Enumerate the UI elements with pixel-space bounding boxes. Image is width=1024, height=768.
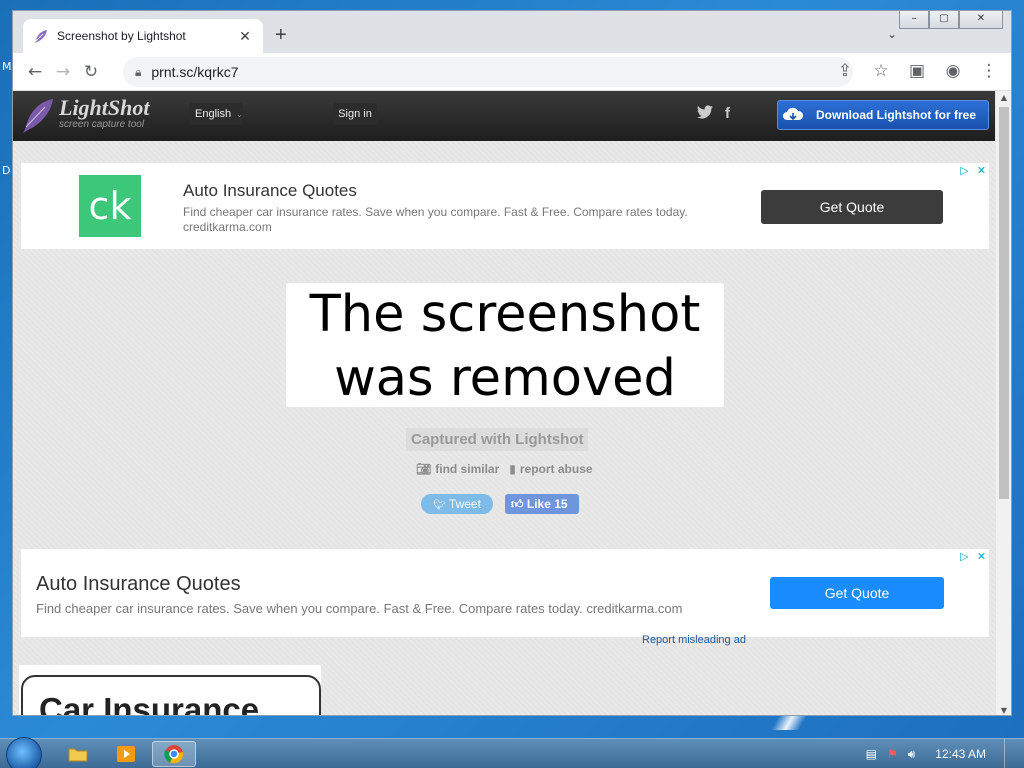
toolbar-actions: ⇪ ☆ ▣ ◉ ⋮ [831, 61, 1003, 81]
desktop-icon-label[interactable]: D [2, 164, 10, 177]
tweet-button[interactable]: 🐦︎ Tweet [421, 494, 493, 514]
removed-notice: The screenshot was removed [286, 283, 724, 408]
tab-close-icon[interactable]: ✕ [237, 28, 253, 45]
reload-icon[interactable]: ↻ [77, 62, 105, 82]
bookmark-star-icon[interactable]: ☆ [867, 61, 895, 81]
close-ad-icon[interactable]: ✕ [974, 549, 989, 564]
camera-icon: 📷︎ [416, 462, 432, 476]
close-window-button[interactable]: ✕ [959, 11, 1003, 29]
sign-in-button[interactable]: Sign in [333, 103, 377, 125]
network-icon[interactable]: ▤ [866, 747, 877, 761]
maximize-button[interactable]: ▢ [929, 11, 959, 29]
ad-description: Find cheaper car insurance rates. Save w… [183, 205, 688, 234]
folder-icon [68, 748, 88, 762]
forward-arrow-icon[interactable]: → [49, 62, 77, 82]
side-panel-icon[interactable]: ▣ [903, 61, 931, 81]
removed-line-1: The screenshot [309, 285, 701, 344]
language-label: English [195, 108, 232, 120]
address-bar[interactable]: 🔒︎ prnt.sc/kqrkc7 [123, 57, 853, 87]
clock[interactable]: 12:43 AM [935, 747, 986, 761]
download-lightshot-button[interactable]: Download Lightshot for free [777, 100, 989, 130]
site-header: LightShot screen capture tool English ⌄ … [13, 91, 997, 141]
page-scrollbar[interactable]: ▲ ▼ [995, 91, 1011, 715]
download-label: Download Lightshot for free [816, 108, 976, 122]
action-center-icon[interactable]: ⚑ [887, 747, 898, 761]
download-cloud-icon [778, 101, 808, 129]
removed-line-2: was removed [334, 349, 676, 408]
share-icon[interactable]: ⇪ [831, 61, 859, 81]
window-controls: – ▢ ✕ [899, 11, 1003, 29]
volume-icon[interactable]: 🔊︎ [908, 747, 916, 762]
explorer-taskbar-button[interactable] [56, 741, 100, 767]
profile-avatar-icon[interactable]: ◉ [939, 61, 967, 81]
adchoices-icon[interactable]: ▷ [957, 163, 972, 178]
language-dropdown[interactable]: English ⌄ [189, 103, 243, 125]
ad-badges: ▷ ✕ [957, 549, 989, 564]
browser-toolbar: ← → ↻ 🔒︎ prnt.sc/kqrkc7 ⇪ ☆ ▣ ◉ ⋮ [13, 53, 1011, 91]
close-ad-icon[interactable]: ✕ [974, 163, 989, 178]
creditkarma-logo[interactable]: ck [79, 175, 141, 237]
tab-lightshot[interactable]: Screenshot by Lightshot ✕ [23, 19, 263, 53]
scroll-down-icon[interactable]: ▼ [996, 706, 1011, 715]
social-links: f [697, 105, 730, 123]
media-player-taskbar-button[interactable] [104, 741, 148, 767]
lightshot-logo[interactable]: LightShot screen capture tool [21, 97, 149, 135]
tab-search-chevron-icon[interactable]: ⌄ [887, 27, 897, 41]
ad-banner-middle[interactable]: Auto Insurance Quotes Find cheaper car i… [21, 549, 989, 637]
logo-name: LightShot [59, 95, 150, 120]
find-similar-link[interactable]: 📷︎ find similar [416, 462, 499, 476]
feather-logo-icon [23, 99, 53, 133]
ad-title[interactable]: Car Insurance [39, 691, 259, 715]
facebook-icon[interactable]: f [725, 105, 730, 123]
webpage-content: LightShot screen capture tool English ⌄ … [13, 91, 997, 715]
twitter-bird-icon: 🐦︎ [433, 500, 446, 511]
ad-title[interactable]: Auto Insurance Quotes [183, 181, 357, 201]
url-text[interactable]: prnt.sc/kqrkc7 [151, 64, 238, 80]
twitter-icon[interactable] [697, 105, 713, 123]
thumbs-up-icon: 👍︎ [511, 497, 524, 511]
trash-icon: ▮ [509, 462, 516, 476]
tab-strip: Screenshot by Lightshot ✕ + ⌄ – ▢ ✕ [13, 11, 1011, 53]
ad-description: Find cheaper car insurance rates. Save w… [36, 601, 683, 616]
lock-icon[interactable]: 🔒︎ [135, 65, 141, 80]
desktop-icon-label[interactable]: M [2, 60, 12, 73]
chevron-down-icon: ⌄ [236, 110, 243, 119]
new-tab-button[interactable]: + [275, 25, 287, 45]
menu-kebab-icon[interactable]: ⋮ [975, 61, 1003, 81]
taskbar: ▤ ⚑ 🔊︎ 12:43 AM [0, 737, 1024, 768]
captured-with-lightshot: Captured with Lightshot [406, 428, 589, 451]
chrome-taskbar-button[interactable] [152, 741, 196, 767]
system-tray: ▤ ⚑ 🔊︎ 12:43 AM [866, 739, 1016, 768]
ad-badges: ▷ ✕ [957, 163, 989, 178]
get-quote-button[interactable]: Get Quote [761, 190, 943, 224]
facebook-like-button[interactable]: 👍︎ Like 15 [505, 494, 579, 514]
tab-title: Screenshot by Lightshot [57, 29, 186, 43]
show-desktop-button[interactable] [1004, 739, 1016, 768]
back-arrow-icon[interactable]: ← [21, 62, 49, 82]
get-quote-button[interactable]: Get Quote [770, 577, 944, 609]
ad-banner-bottom[interactable]: Car Insurance [19, 665, 321, 715]
start-button[interactable] [6, 737, 42, 768]
report-misleading-ad-link[interactable]: Report misleading ad [642, 634, 746, 646]
ad-title[interactable]: Auto Insurance Quotes [36, 573, 241, 596]
feather-favicon-icon [35, 30, 47, 43]
chrome-icon [164, 745, 184, 764]
logo-tagline: screen capture tool [59, 119, 145, 130]
media-player-icon [117, 746, 135, 762]
image-actions: 📷︎ find similar ▮ report abuse [416, 462, 593, 476]
scrollbar-thumb[interactable] [999, 107, 1009, 499]
report-abuse-link[interactable]: ▮ report abuse [509, 462, 592, 476]
scroll-up-icon[interactable]: ▲ [996, 93, 1011, 102]
browser-window: Screenshot by Lightshot ✕ + ⌄ – ▢ ✕ ← → … [12, 10, 1012, 716]
adchoices-icon[interactable]: ▷ [957, 549, 972, 564]
ad-banner-top[interactable]: ck Auto Insurance Quotes Find cheaper ca… [21, 163, 989, 249]
minimize-button[interactable]: – [899, 11, 929, 29]
